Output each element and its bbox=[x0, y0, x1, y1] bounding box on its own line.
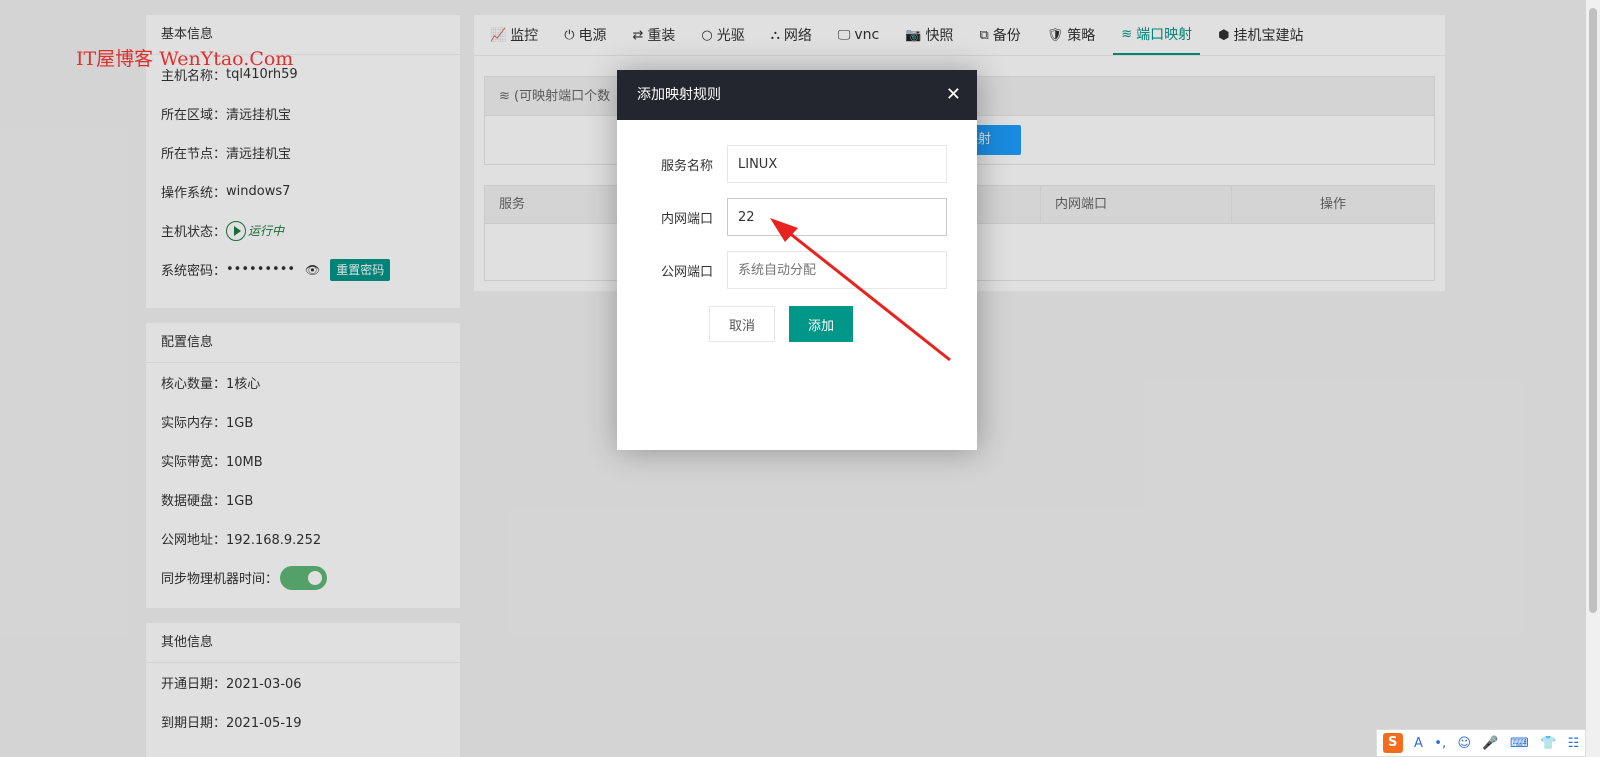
keyboard-icon[interactable]: ⌨ bbox=[1510, 736, 1529, 751]
cancel-button[interactable]: 取消 bbox=[709, 306, 775, 342]
skin-icon[interactable]: 👕 bbox=[1540, 736, 1556, 751]
inner-port-input[interactable] bbox=[727, 198, 947, 236]
microphone-icon[interactable]: 🎤 bbox=[1482, 736, 1498, 751]
inner-port-label: 内网端口 bbox=[660, 211, 713, 227]
service-name-label: 服务名称 bbox=[660, 158, 713, 174]
public-port-row: 公网端口 bbox=[617, 251, 947, 289]
public-port-label: 公网端口 bbox=[660, 264, 713, 280]
ime-mode-icon[interactable]: A bbox=[1414, 736, 1423, 751]
service-name-row: 服务名称 bbox=[617, 145, 947, 183]
dialog-title: 添加映射规则 bbox=[637, 87, 721, 103]
public-port-input[interactable] bbox=[727, 251, 947, 289]
watermark: IT屋博客 WenYtao.Com bbox=[76, 48, 294, 70]
ime-punctuation-icon[interactable]: •, bbox=[1434, 736, 1446, 751]
add-button[interactable]: 添加 bbox=[789, 306, 853, 342]
add-mapping-dialog: 添加映射规则 ✕ 服务名称 内网端口 公网端口 取消 添加 bbox=[617, 70, 977, 450]
ime-toolbar: S A •, ☺ 🎤 ⌨ 👕 ☷ bbox=[1376, 729, 1586, 757]
service-name-input[interactable] bbox=[727, 145, 947, 183]
inner-port-row: 内网端口 bbox=[617, 198, 947, 236]
ime-logo[interactable]: S bbox=[1382, 733, 1403, 753]
emoji-icon[interactable]: ☺ bbox=[1457, 736, 1471, 751]
grid-icon[interactable]: ☷ bbox=[1568, 736, 1580, 751]
dialog-header: 添加映射规则 ✕ bbox=[617, 70, 977, 120]
scrollbar-thumb[interactable] bbox=[1589, 8, 1597, 613]
close-icon[interactable]: ✕ bbox=[946, 70, 961, 120]
scrollbar[interactable] bbox=[1586, 0, 1600, 757]
